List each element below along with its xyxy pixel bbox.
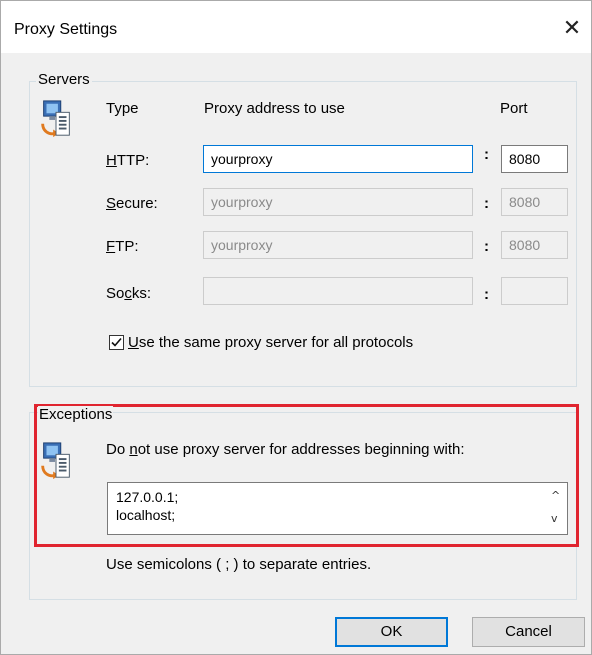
exceptions-scrollbar[interactable]: ^ v (547, 483, 567, 534)
http-address-input[interactable]: yourproxy (203, 145, 473, 173)
secure-port-input[interactable]: 8080 (501, 188, 568, 216)
http-port-input[interactable]: 8080 (501, 145, 568, 173)
secure-label: Secure: (106, 195, 158, 212)
title-bar: Proxy Settings ✕ (1, 1, 591, 53)
socks-port-input[interactable] (501, 277, 568, 305)
col-header-type: Type (106, 100, 139, 117)
scroll-up-icon[interactable]: ^ (551, 489, 560, 502)
socks-label: Socks: (106, 285, 152, 302)
http-colon: : (484, 146, 489, 163)
ftp-label: FTP: (106, 238, 139, 255)
ok-button[interactable]: OK (335, 617, 448, 647)
same-proxy-checkbox[interactable] (109, 335, 124, 350)
exceptions-entry-1: 127.0.0.1; (116, 489, 179, 505)
socks-address-input[interactable] (203, 277, 473, 305)
network-computer-icon (41, 100, 70, 138)
ftp-port-input[interactable]: 8080 (501, 231, 568, 259)
servers-group-label: Servers (36, 71, 92, 88)
secure-address-input[interactable]: yourproxy (203, 188, 473, 216)
window-title: Proxy Settings (14, 21, 118, 38)
exceptions-group-label: Exceptions (38, 406, 114, 423)
cancel-button[interactable]: Cancel (472, 617, 585, 647)
network-computer-icon (41, 442, 70, 480)
http-label: HTTP: (106, 152, 150, 169)
ftp-colon: : (484, 238, 489, 255)
ftp-address-input[interactable]: yourproxy (203, 231, 473, 259)
socks-colon: : (484, 286, 489, 303)
same-proxy-label[interactable]: Use the same proxy server for all protoc… (128, 334, 413, 351)
exceptions-entry-2: localhost; (116, 507, 176, 523)
exceptions-description: Do not use proxy server for addresses be… (106, 441, 465, 458)
close-icon[interactable]: ✕ (557, 15, 587, 45)
scroll-down-icon[interactable]: v (551, 512, 558, 525)
checkmark-icon (111, 337, 122, 347)
exceptions-hint: Use semicolons ( ; ) to separate entries… (106, 556, 372, 573)
exceptions-textarea[interactable]: 127.0.0.1; localhost; ^ v (107, 482, 568, 535)
col-header-address: Proxy address to use (204, 100, 345, 117)
secure-colon: : (484, 195, 489, 212)
proxy-settings-dialog: Proxy Settings ✕ Servers Type Proxy addr… (0, 0, 592, 655)
col-header-port: Port (500, 100, 528, 117)
